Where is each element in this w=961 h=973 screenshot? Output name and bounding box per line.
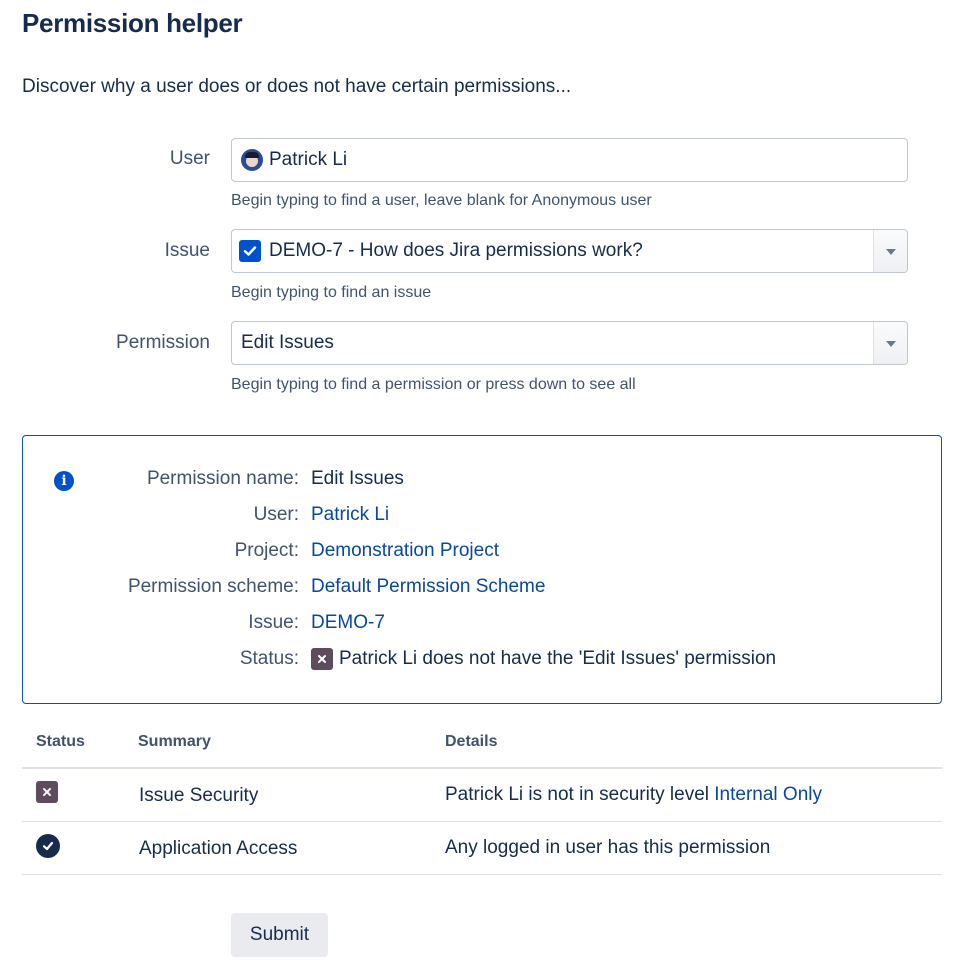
info-row-permission-name: Permission name: Edit Issues [23, 468, 923, 496]
info-row-issue: Issue: DEMO-7 [23, 612, 923, 640]
col-header-summary: Summary [138, 733, 211, 750]
info-key: Project: [234, 540, 299, 561]
permission-help: Begin typing to find a permission or pre… [231, 376, 636, 393]
user-label: User [169, 148, 210, 169]
info-key: Status: [239, 648, 299, 669]
user-help: Begin typing to find a user, leave blank… [231, 192, 652, 209]
page-title: Permission helper [22, 8, 243, 38]
issue-help: Begin typing to find an issue [231, 284, 432, 301]
status-text: Patrick Li does not have the 'Edit Issue… [339, 648, 777, 669]
user-link[interactable]: Patrick Li [311, 504, 389, 526]
permission-dropdown-button[interactable] [873, 322, 907, 364]
permission-select[interactable]: Edit Issues [231, 321, 908, 365]
issue-value: DEMO-7 - How does Jira permissions work? [269, 240, 643, 261]
user-picker[interactable]: Patrick Li [231, 138, 908, 182]
issue-link[interactable]: DEMO-7 [311, 612, 385, 634]
col-header-status: Status [36, 733, 85, 750]
status-value: Patrick Li does not have the 'Edit Issue… [311, 648, 776, 670]
issue-dropdown-button[interactable] [873, 230, 907, 272]
info-key: User: [253, 504, 299, 525]
info-row-project: Project: Demonstration Project [23, 540, 923, 568]
security-level-link[interactable]: Internal Only [714, 784, 822, 805]
permission-label: Permission [116, 332, 210, 353]
issue-label: Issue [164, 240, 210, 261]
user-avatar [241, 149, 263, 171]
row-details: Patrick Li is not in security level Inte… [445, 784, 822, 806]
info-key: Permission scheme: [127, 576, 299, 597]
denied-icon [311, 648, 333, 670]
info-value: Edit Issues [311, 468, 404, 489]
row-summary: Application Access [139, 838, 298, 859]
info-key: Permission name: [146, 468, 299, 489]
table-header-divider [22, 767, 942, 769]
issue-type-icon [239, 240, 261, 262]
permission-scheme-link[interactable]: Default Permission Scheme [311, 576, 545, 598]
submit-button[interactable]: Submit [231, 913, 328, 957]
permission-value: Edit Issues [241, 332, 334, 353]
info-row-scheme: Permission scheme: Default Permission Sc… [23, 576, 923, 604]
user-value: Patrick Li [269, 149, 348, 170]
info-row-status: Status: Patrick Li does not have the 'Ed… [23, 648, 923, 676]
row-summary: Issue Security [139, 785, 259, 806]
info-row-user: User: Patrick Li [23, 504, 923, 532]
issue-picker[interactable]: DEMO-7 - How does Jira permissions work? [231, 229, 908, 273]
col-header-details: Details [445, 733, 498, 750]
chevron-down-icon [885, 334, 896, 352]
row-divider [22, 874, 942, 875]
permission-info-panel: i Permission name: Edit Issues User: Pat… [22, 435, 942, 704]
denied-icon [36, 781, 58, 803]
project-link[interactable]: Demonstration Project [311, 540, 499, 562]
granted-icon [36, 834, 60, 858]
chevron-down-icon [885, 242, 896, 260]
row-divider [22, 821, 942, 822]
info-key: Issue: [248, 612, 299, 633]
page-intro: Discover why a user does or does not hav… [22, 76, 572, 97]
row-details: Any logged in user has this permission [445, 837, 771, 858]
row-details-text: Patrick Li is not in security level [445, 784, 709, 805]
